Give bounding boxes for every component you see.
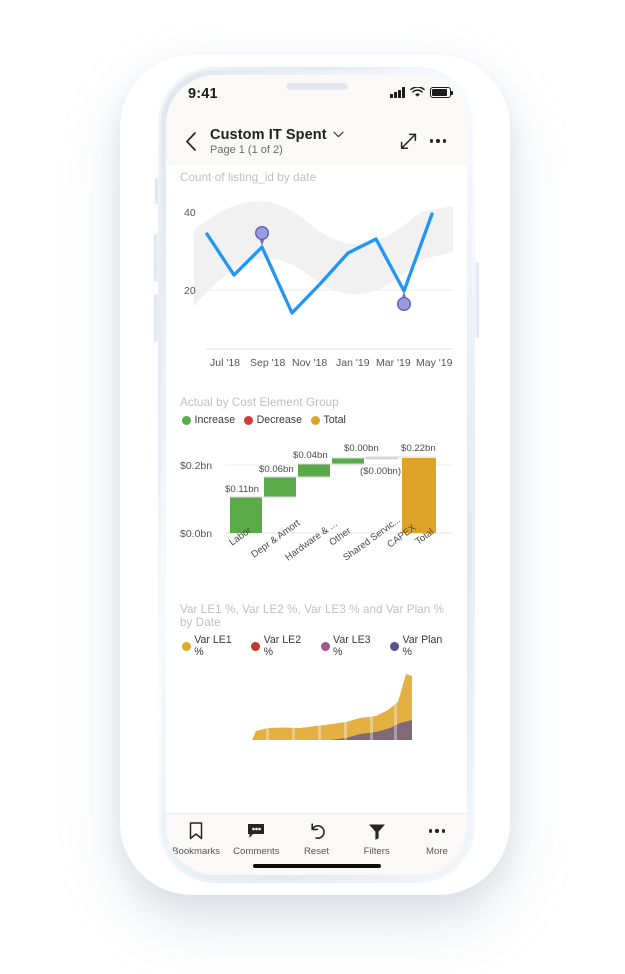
legend-label-var-le2: Var LE2 % bbox=[263, 634, 302, 658]
volume-up-button[interactable] bbox=[154, 234, 158, 282]
legend-item-increase[interactable]: Increase bbox=[182, 414, 235, 426]
x-tick-2: Nov '18 bbox=[292, 357, 327, 369]
waterfall-plot[interactable]: $0.2bn $0.0bn $0.11bn $0.06bn $0.04bn $0… bbox=[180, 428, 453, 593]
y-tick-02bn: $0.2bn bbox=[180, 460, 212, 472]
legend-swatch-var-plan bbox=[390, 641, 399, 651]
waterfall-label-hardware: $0.04bn bbox=[293, 450, 328, 461]
undo-arrow-icon bbox=[308, 821, 326, 841]
waterfall-chart-title: Actual by Cost Element Group bbox=[180, 396, 339, 409]
visual-line-chart[interactable]: Count of listing_id by date 40 20 Jul '1… bbox=[166, 165, 467, 382]
nav-label-filters: Filters bbox=[363, 846, 390, 857]
screenshot-canvas: 9:41 Custom IT Spent Page 1 (1 of 2) Cou… bbox=[0, 0, 625, 974]
y-tick-20: 20 bbox=[184, 285, 196, 297]
home-indicator[interactable] bbox=[252, 863, 381, 868]
header-more-button[interactable] bbox=[423, 126, 453, 156]
waterfall-bar-other[interactable] bbox=[332, 458, 364, 464]
x-tick-0: Jul '18 bbox=[210, 357, 240, 369]
line-chart-plot[interactable]: 40 20 Jul '18 Sep '18 Nov '18 Jan '19 Ma… bbox=[180, 186, 453, 382]
nav-item-comments[interactable]: Comments bbox=[226, 821, 286, 857]
area-legend: Var LE1 % Var LE2 % Var LE3 % Var Plan % bbox=[182, 634, 453, 658]
waterfall-bar-total[interactable] bbox=[402, 458, 436, 533]
waterfall-legend: Increase Decrease Total bbox=[182, 414, 453, 426]
x-tick-3: Jan '19 bbox=[336, 357, 370, 369]
legend-swatch-increase bbox=[182, 415, 191, 425]
legend-item-decrease[interactable]: Decrease bbox=[244, 414, 302, 426]
chevron-left-icon bbox=[186, 131, 196, 151]
legend-item-var-le3[interactable]: Var LE3 % bbox=[320, 634, 381, 658]
legend-label-var-le3: Var LE3 % bbox=[333, 634, 371, 658]
y-tick-00bn: $0.0bn bbox=[180, 528, 212, 540]
legend-swatch-var-le2 bbox=[251, 641, 261, 651]
chevron-down-icon[interactable] bbox=[333, 131, 344, 138]
status-time: 9:41 bbox=[188, 86, 218, 102]
status-icons bbox=[390, 87, 454, 98]
status-bar: 9:41 bbox=[166, 75, 467, 117]
legend-label-var-plan: Var Plan % bbox=[402, 634, 443, 658]
report-canvas[interactable]: Count of listing_id by date 40 20 Jul '1… bbox=[166, 165, 467, 813]
wifi-icon bbox=[410, 87, 425, 97]
nav-label-comments: Comments bbox=[233, 846, 280, 857]
page-subtitle: Page 1 (1 of 2) bbox=[210, 143, 283, 156]
power-button[interactable] bbox=[475, 262, 479, 338]
nav-label-reset: Reset bbox=[303, 846, 330, 857]
legend-swatch-total bbox=[310, 415, 320, 425]
area-plot[interactable] bbox=[180, 660, 453, 740]
expand-button[interactable] bbox=[393, 126, 423, 156]
report-title-block[interactable]: Custom IT Spent Page 1 (1 of 2) bbox=[206, 127, 393, 156]
area-chart-title: Var LE1 %, Var LE2 %, Var LE3 % and Var … bbox=[180, 603, 445, 629]
x-tick-4: Mar '19 bbox=[376, 357, 411, 369]
x-tick-5: May '19 bbox=[416, 357, 453, 369]
phone-device-frame: 9:41 Custom IT Spent Page 1 (1 of 2) Cou… bbox=[154, 66, 479, 884]
x-tick-1: Sep '18 bbox=[250, 357, 285, 369]
expand-arrows-icon bbox=[400, 133, 416, 149]
waterfall-label-total: $0.22bn bbox=[401, 443, 436, 454]
line-chart-title: Count of listing_id by date bbox=[180, 171, 317, 184]
y-tick-40: 40 bbox=[184, 207, 196, 219]
legend-swatch-var-le1 bbox=[182, 641, 191, 651]
legend-item-var-plan[interactable]: Var Plan % bbox=[390, 634, 453, 658]
waterfall-label-capex: ($0.00bn) bbox=[360, 466, 401, 477]
funnel-icon bbox=[368, 821, 386, 841]
waterfall-label-labor: $0.11bn bbox=[225, 484, 259, 495]
legend-label-var-le1: Var LE1 % bbox=[194, 634, 232, 658]
nav-item-reset[interactable]: Reset bbox=[286, 821, 346, 857]
nav-item-filters[interactable]: Filters bbox=[347, 821, 407, 857]
back-button[interactable] bbox=[176, 126, 206, 156]
legend-swatch-var-le3 bbox=[320, 641, 330, 651]
battery-icon bbox=[430, 87, 454, 98]
app-screen: 9:41 Custom IT Spent Page 1 (1 of 2) Cou… bbox=[166, 75, 467, 875]
more-horizontal-icon bbox=[429, 139, 447, 143]
legend-label-increase: Increase bbox=[194, 414, 236, 426]
bookmark-icon bbox=[189, 821, 203, 841]
legend-item-var-le2[interactable]: Var LE2 % bbox=[251, 634, 311, 658]
waterfall-label-depr: $0.06bn bbox=[259, 464, 294, 475]
comment-icon bbox=[247, 821, 265, 841]
legend-item-var-le1[interactable]: Var LE1 % bbox=[182, 634, 242, 658]
visual-waterfall-chart[interactable]: Actual by Cost Element Group Increase De… bbox=[166, 382, 467, 593]
legend-label-total: Total bbox=[323, 414, 346, 426]
nav-label-bookmarks: Bookmarks bbox=[172, 846, 221, 857]
legend-item-total[interactable]: Total bbox=[310, 414, 346, 426]
legend-swatch-decrease bbox=[244, 415, 254, 425]
cellular-signal-icon bbox=[390, 87, 405, 98]
nav-label-more: More bbox=[425, 846, 448, 857]
waterfall-label-other: $0.00bn bbox=[344, 443, 379, 454]
nav-item-more[interactable]: More bbox=[407, 821, 467, 857]
page-title: Custom IT Spent bbox=[210, 126, 327, 143]
report-title-row: Custom IT Spent bbox=[210, 127, 393, 143]
earpiece-speaker bbox=[285, 83, 348, 90]
device-screen-bezel: 9:41 Custom IT Spent Page 1 (1 of 2) Cou… bbox=[166, 75, 467, 875]
report-header: Custom IT Spent Page 1 (1 of 2) bbox=[166, 117, 467, 165]
silent-switch[interactable] bbox=[155, 178, 159, 204]
legend-label-decrease: Decrease bbox=[256, 414, 302, 426]
waterfall-bar-depr-amort[interactable] bbox=[264, 477, 296, 497]
visual-area-chart[interactable]: Var LE1 %, Var LE2 %, Var LE3 % and Var … bbox=[166, 593, 467, 740]
nav-item-bookmarks[interactable]: Bookmarks bbox=[166, 821, 226, 857]
anomaly-marker-apr19[interactable] bbox=[396, 292, 411, 311]
waterfall-bar-hardware[interactable] bbox=[298, 464, 330, 477]
volume-down-button[interactable] bbox=[154, 294, 158, 342]
more-horizontal-icon bbox=[428, 821, 446, 841]
